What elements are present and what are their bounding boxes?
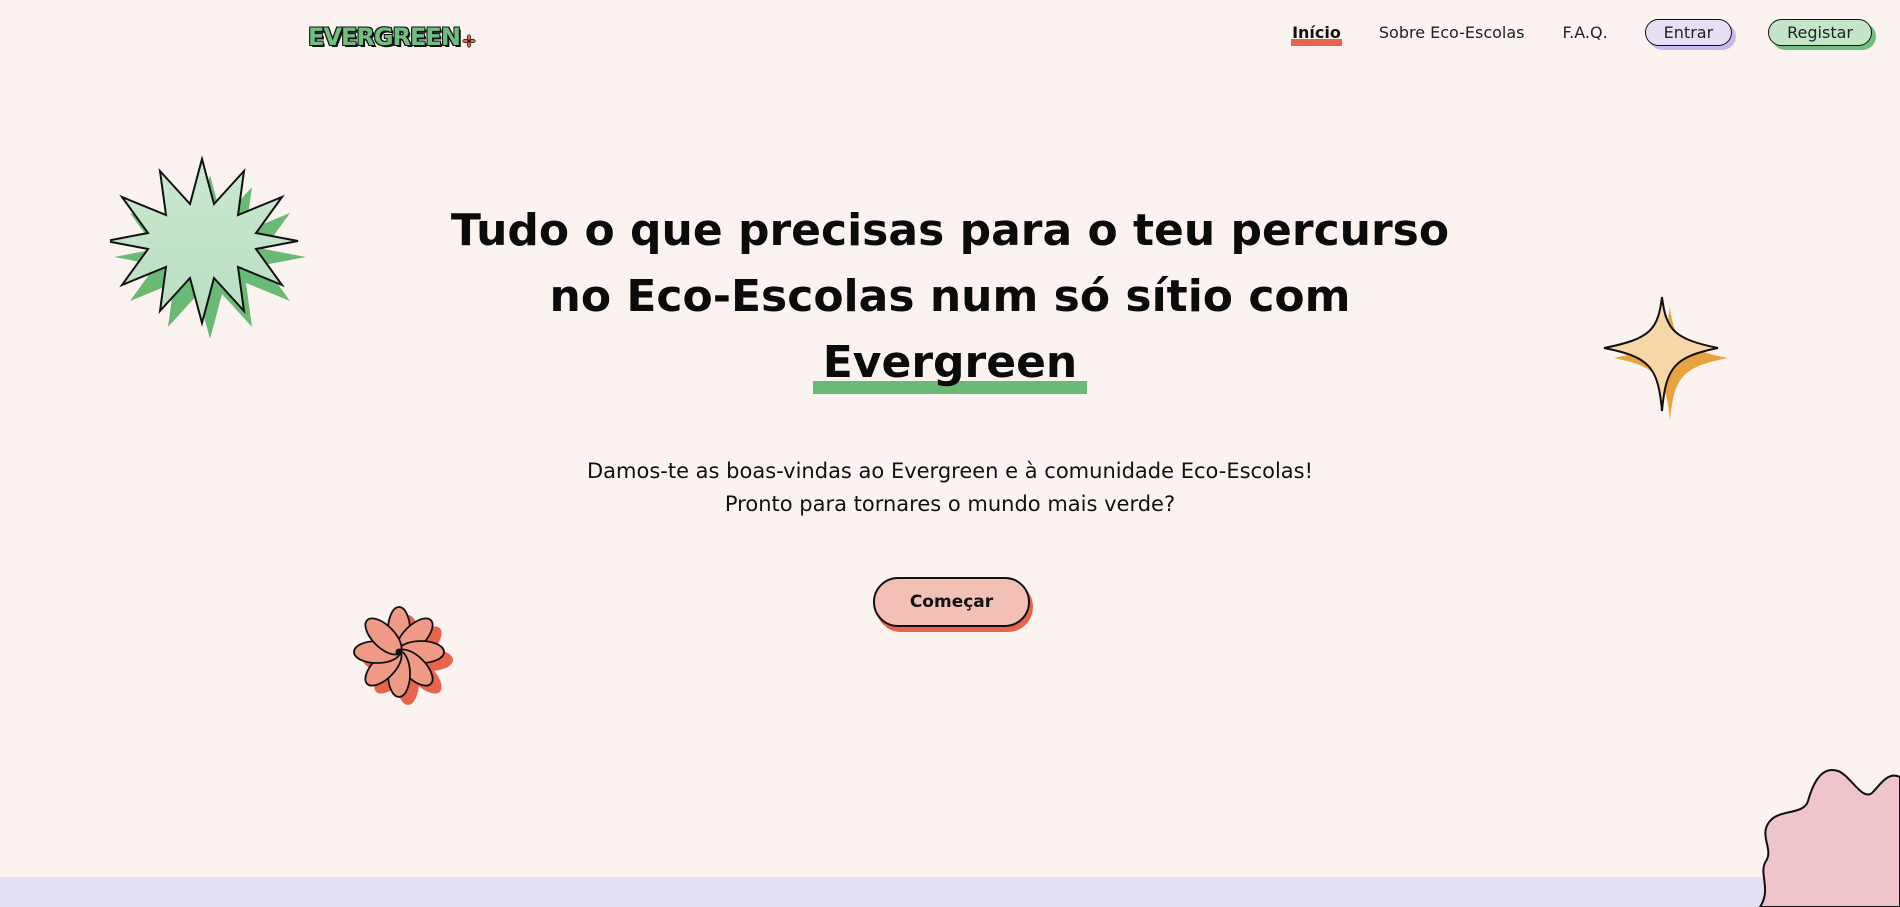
flower-icon bbox=[353, 606, 453, 705]
register-button[interactable]: Registar bbox=[1768, 19, 1872, 46]
logo-text: EVERGREEN bbox=[308, 23, 461, 51]
start-button[interactable]: Começar bbox=[873, 577, 1030, 627]
logo[interactable]: EVERGREEN bbox=[308, 22, 476, 52]
logo-flower-icon bbox=[462, 34, 476, 48]
hero-title-line-2: no Eco-Escolas num só sítio com bbox=[549, 271, 1351, 322]
starburst-icon bbox=[110, 155, 306, 339]
hero-title-line-1: Tudo o que precisas para o teu percurso bbox=[450, 205, 1450, 256]
login-button[interactable]: Entrar bbox=[1644, 19, 1733, 46]
hero-subtitle-line-1: Damos-te as boas-vindas ao Evergreen e à… bbox=[586, 459, 1314, 483]
footer-band bbox=[0, 877, 1900, 907]
nav-link-inicio[interactable]: Início bbox=[1291, 23, 1342, 46]
hero-title-highlight: Evergreen bbox=[812, 330, 1088, 396]
nav-link-faq[interactable]: F.A.Q. bbox=[1562, 23, 1609, 42]
nav-link-sobre[interactable]: Sobre Eco-Escolas bbox=[1378, 23, 1526, 42]
site-header: EVERGREEN Início Sobre Eco-Escolas F.A.Q… bbox=[0, 0, 1900, 70]
hero-subtitle-line-2: Pronto para tornares o mundo mais verde? bbox=[724, 492, 1176, 516]
main-nav: Início Sobre Eco-Escolas F.A.Q. Entrar R… bbox=[1291, 19, 1872, 46]
sparkle-icon bbox=[1603, 296, 1728, 421]
hero-title: Tudo o que precisas para o teu percurso … bbox=[450, 198, 1450, 396]
blob-shape bbox=[1758, 769, 1900, 907]
hero-subtitle: Damos-te as boas-vindas ao Evergreen e à… bbox=[450, 455, 1450, 521]
